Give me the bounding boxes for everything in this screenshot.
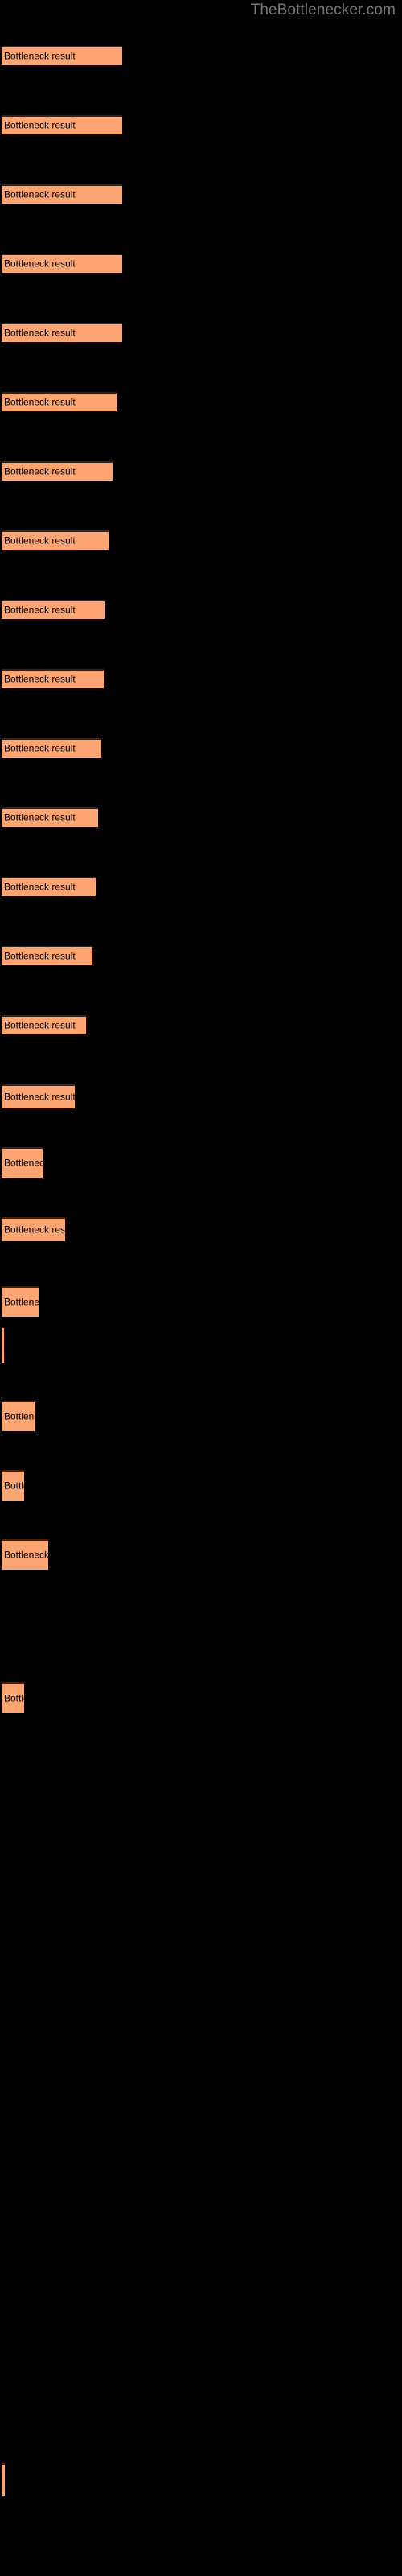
bar-bottleneck-result: Bottleneck result xyxy=(2,669,104,688)
bar-label: Bottleneck result xyxy=(4,2475,5,2486)
bar-bottleneck-result: Bottleneck result xyxy=(2,184,122,204)
bar-bottleneck-result: Bottleneck result xyxy=(2,1286,39,1317)
bar-label: Bottleneck result xyxy=(4,1019,76,1031)
bar-label: Bottleneck result xyxy=(4,1549,48,1561)
bar-bottleneck-result: Bottleneck result xyxy=(2,530,109,550)
bar-label: Bottleneck result xyxy=(4,50,76,62)
bar-label: Bottleneck result xyxy=(4,1692,24,1704)
bar-bottleneck-result: Bottleneck result xyxy=(2,46,122,65)
bottleneck-chart-root: TheBottlenecker.com Bottleneck result Bot… xyxy=(0,0,402,2576)
bar-label: Bottleneck result xyxy=(4,1410,35,1422)
bar-label: Bottleneck result xyxy=(4,604,76,616)
bar-label: Bottleneck result xyxy=(4,188,76,200)
bar-bottleneck-result: Bottleneck result xyxy=(2,461,113,481)
bar-label: Bottleneck result xyxy=(4,535,76,547)
bar-bottleneck-result: Bottleneck result xyxy=(2,946,92,965)
bar-label: Bottleneck result xyxy=(4,465,76,477)
chart-plot-area: Bottleneck result Bottleneck result Bottle… xyxy=(0,0,402,2576)
bar-label: Bottleneck result xyxy=(4,1480,24,1492)
bar-label: Bottleneck result xyxy=(4,1224,65,1236)
bar-label: Bottleneck result xyxy=(4,811,76,824)
bar-bottleneck-result: Bottleneck result xyxy=(2,2463,5,2496)
bar-bottleneck-result: Bottleneck result xyxy=(2,1327,4,1363)
bar-label: Bottleneck result xyxy=(4,742,76,754)
bar-bottleneck-result: Bottleneck result xyxy=(2,600,105,619)
bar-label: Bottleneck result xyxy=(4,881,76,893)
bar-bottleneck-result: Bottleneck result xyxy=(2,738,101,758)
bar-bottleneck-result: Bottleneck result xyxy=(2,1015,86,1034)
bar-label: Bottleneck result xyxy=(4,673,76,685)
bar-bottleneck-result: Bottleneck result xyxy=(2,1401,35,1431)
bar-bottleneck-result: Bottleneck result xyxy=(2,254,122,273)
bar-bottleneck-result: Bottleneck result xyxy=(2,1084,75,1108)
bar-bottleneck-result: Bottleneck result xyxy=(2,1539,48,1570)
bar-label: Bottleneck result xyxy=(4,119,76,131)
bar-bottleneck-result: Bottleneck result xyxy=(2,392,117,411)
bar-label: Bottleneck result xyxy=(4,327,76,339)
bar-label: Bottleneck result xyxy=(4,396,76,408)
bar-label: Bottleneck result xyxy=(4,258,76,270)
bar-label: Bottleneck result xyxy=(4,1296,39,1308)
bar-bottleneck-result: Bottleneck result xyxy=(2,877,96,896)
bar-bottleneck-result: Bottleneck result xyxy=(2,1470,24,1501)
bar-bottleneck-result: Bottleneck result xyxy=(2,115,122,134)
bar-bottleneck-result: Bottleneck result xyxy=(2,807,98,827)
bar-bottleneck-result: Bottleneck result xyxy=(2,323,122,342)
bar-label: Bottleneck result xyxy=(4,1157,43,1169)
bar-label: Bottleneck result xyxy=(4,1091,75,1103)
bar-label: Bottleneck result xyxy=(4,950,76,962)
bar-bottleneck-result: Bottleneck result xyxy=(2,1217,65,1241)
bar-bottleneck-result: Bottleneck result xyxy=(2,1682,24,1713)
bar-bottleneck-result: Bottleneck result xyxy=(2,1147,43,1178)
